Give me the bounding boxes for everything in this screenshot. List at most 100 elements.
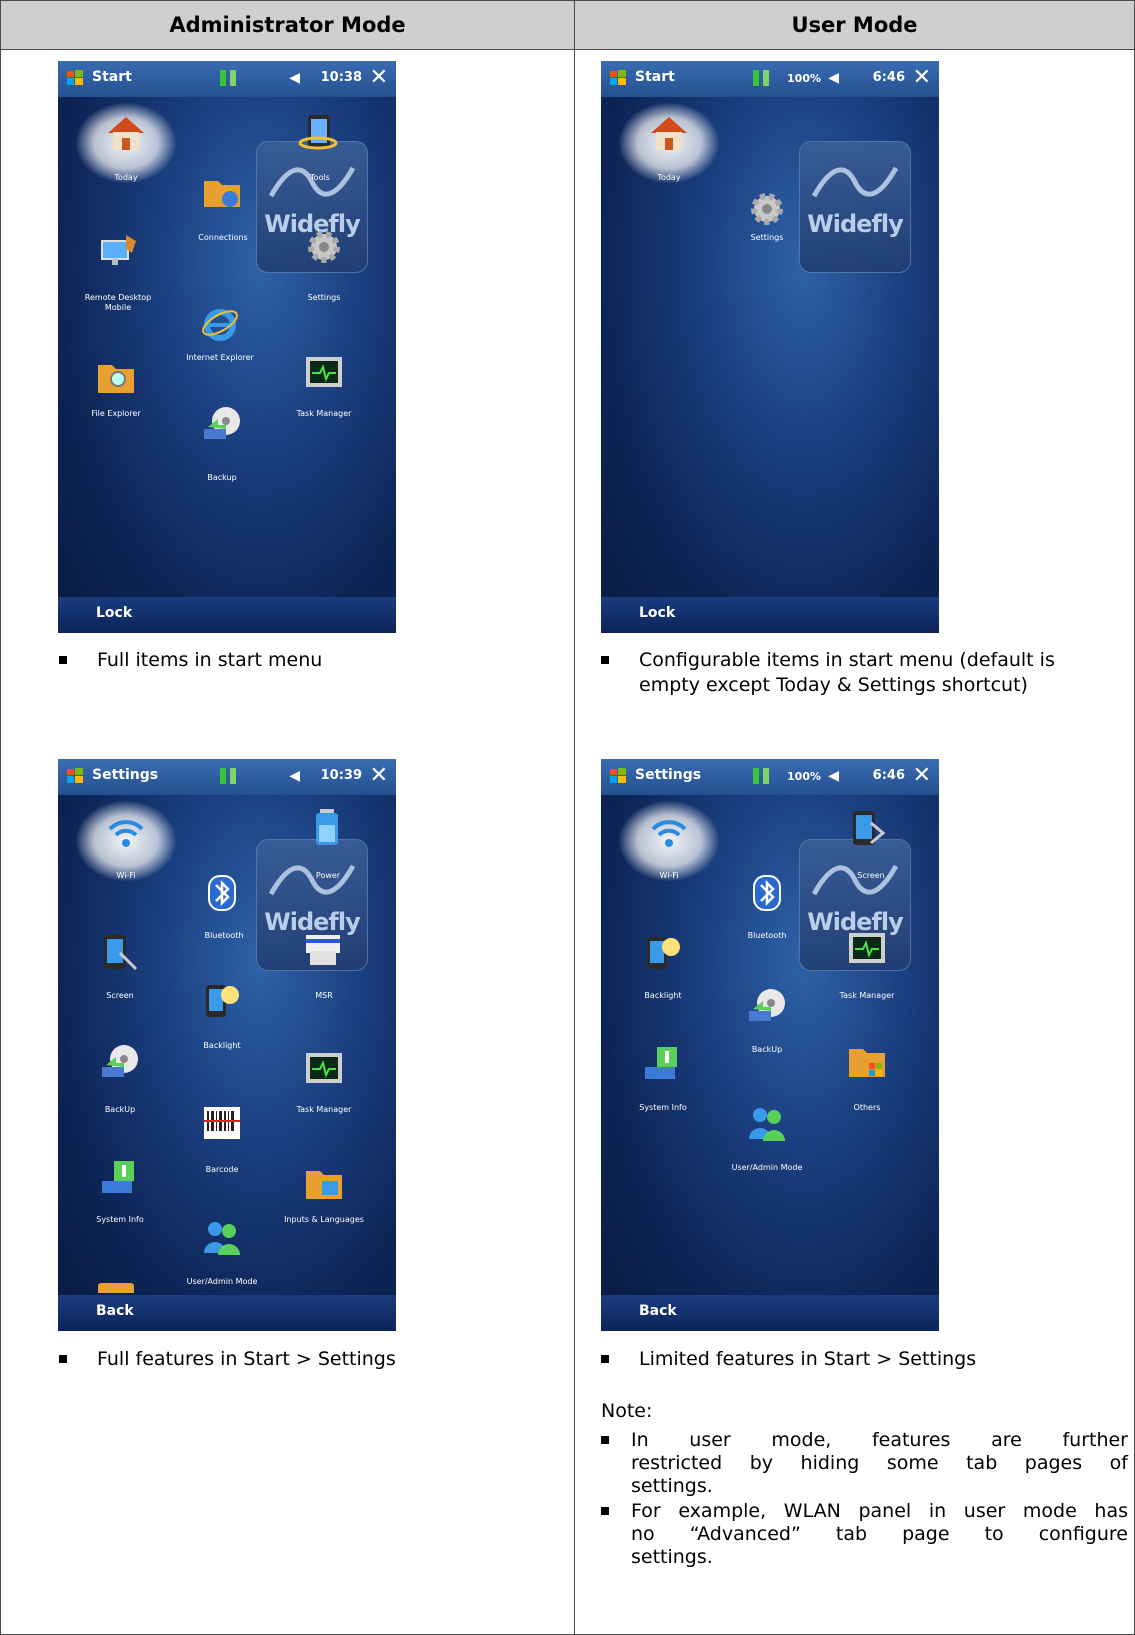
- wifi-label: Wi-Fi: [659, 871, 679, 880]
- settings-label: Settings: [750, 233, 784, 242]
- soft-key-bar: Back: [601, 1295, 939, 1331]
- user-admin-mode-label: User/Admin Mode: [731, 1163, 803, 1172]
- soft-key-bar: Back: [58, 1295, 396, 1331]
- windows-logo-icon: [67, 768, 83, 783]
- bluetooth-icon[interactable]: [747, 873, 787, 913]
- internet-explorer-icon[interactable]: [200, 303, 240, 343]
- title-bar: Settings ◀ 10:39 ✕: [58, 759, 396, 795]
- battery-icon: [230, 768, 236, 784]
- volume-icon: ◀: [828, 70, 839, 86]
- wifi-label: Wi-Fi: [116, 871, 136, 880]
- bullet-marker: [59, 1355, 67, 1363]
- wifi-icon[interactable]: [106, 813, 146, 853]
- system-info-label: System Info: [96, 1215, 144, 1224]
- backup-label: Backup: [207, 473, 237, 482]
- signal-icon: [753, 70, 759, 86]
- settings-icon[interactable]: [747, 189, 787, 229]
- bluetooth-label: Bluetooth: [204, 931, 244, 940]
- caption-user-settings: Limited features in Start > Settings: [601, 1347, 1121, 1372]
- close-icon[interactable]: ✕: [370, 65, 388, 90]
- others-label: Others: [853, 1103, 881, 1112]
- bullet-marker: [601, 1355, 609, 1363]
- user-settings-screenshot: Settings 100% ◀ 6:46 ✕ Wi-Fi Widefly Scr…: [601, 759, 939, 1331]
- screen-title: Start: [92, 69, 132, 85]
- screen-title: Settings: [92, 767, 159, 783]
- system-info-icon[interactable]: [643, 1043, 683, 1083]
- user-admin-mode-label: User/Admin Mode: [186, 1277, 258, 1286]
- msr-label: MSR: [315, 991, 333, 1000]
- inputs-languages-icon[interactable]: [304, 1163, 344, 1203]
- screen-icon[interactable]: [849, 809, 889, 849]
- backlight-label: Backlight: [644, 991, 682, 1000]
- battery-percent: 100%: [787, 72, 821, 85]
- volume-icon: ◀: [289, 768, 300, 784]
- bluetooth-icon[interactable]: [202, 873, 242, 913]
- screen-icon[interactable]: [100, 933, 140, 973]
- backlight-icon[interactable]: [643, 933, 683, 973]
- tools-icon[interactable]: [298, 113, 338, 153]
- connections-icon[interactable]: [202, 171, 242, 211]
- inputs-languages-label: Inputs & Languages: [284, 1215, 364, 1224]
- connections-label: Connections: [198, 233, 248, 242]
- close-icon[interactable]: ✕: [370, 763, 388, 788]
- task-manager-icon[interactable]: [304, 1049, 344, 1089]
- today-icon[interactable]: [649, 113, 689, 153]
- signal-icon: [753, 768, 759, 784]
- lock-softkey[interactable]: Lock: [96, 605, 132, 621]
- backup-icon[interactable]: [747, 985, 787, 1025]
- close-icon[interactable]: ✕: [913, 763, 931, 788]
- signal-icon: [220, 70, 226, 86]
- today-icon[interactable]: [106, 113, 146, 153]
- barcode-icon[interactable]: [202, 1103, 242, 1143]
- windows-logo-icon: [610, 768, 626, 783]
- settings-icon[interactable]: [304, 227, 344, 267]
- remote-desktop-icon[interactable]: [100, 231, 140, 271]
- internet-explorer-label: Internet Explorer: [186, 353, 254, 362]
- user-admin-mode-icon[interactable]: [202, 1217, 242, 1257]
- clock: 10:38: [320, 70, 362, 85]
- volume-icon: ◀: [828, 768, 839, 784]
- bullet-marker: [601, 1436, 609, 1444]
- volume-icon: ◀: [289, 70, 300, 86]
- wifi-icon[interactable]: [649, 813, 689, 853]
- remote-desktop-label: Remote Desktop Mobile: [84, 293, 152, 312]
- tools-label: Tools: [310, 173, 330, 182]
- screen-label: Screen: [857, 871, 885, 880]
- power-icon[interactable]: [308, 807, 348, 847]
- column-divider: [574, 1, 575, 1634]
- backup-icon[interactable]: [202, 403, 242, 443]
- bullet-marker: [601, 1507, 609, 1515]
- backup-icon[interactable]: [100, 1041, 140, 1081]
- header-admin-mode: Administrator Mode: [1, 1, 574, 50]
- file-explorer-icon[interactable]: [96, 357, 136, 397]
- back-softkey[interactable]: Back: [639, 1303, 677, 1319]
- caption-admin-start: Full items in start menu: [59, 648, 549, 673]
- task-manager-icon[interactable]: [847, 929, 887, 969]
- note-bullet-2: For example, WLAN panel in user mode has…: [601, 1500, 1128, 1569]
- caption-user-start: Configurable items in start menu (defaul…: [601, 648, 1121, 698]
- battery-icon: [763, 70, 769, 86]
- widefly-logo: Widefly: [799, 141, 911, 273]
- system-info-icon[interactable]: [100, 1157, 140, 1197]
- signal-icon: [220, 768, 226, 784]
- others-icon[interactable]: [847, 1041, 887, 1081]
- backlight-label: Backlight: [203, 1041, 241, 1050]
- task-manager-icon[interactable]: [304, 353, 344, 393]
- backlight-icon[interactable]: [202, 981, 242, 1021]
- task-manager-label: Task Manager: [296, 409, 352, 418]
- caption-admin-settings: Full features in Start > Settings: [59, 1347, 549, 1372]
- user-admin-mode-icon[interactable]: [747, 1103, 787, 1143]
- header-user-mode: User Mode: [575, 1, 1134, 50]
- title-bar: Start ◀ 10:38 ✕: [58, 61, 396, 97]
- soft-key-bar: Lock: [58, 597, 396, 633]
- windows-logo-icon: [67, 70, 83, 85]
- lock-softkey[interactable]: Lock: [639, 605, 675, 621]
- battery-icon: [230, 70, 236, 86]
- admin-start-screenshot: Start ◀ 10:38 ✕ Today Widefly Tools Conn…: [58, 61, 396, 633]
- msr-icon[interactable]: [304, 929, 344, 969]
- bluetooth-label: Bluetooth: [747, 931, 787, 940]
- admin-settings-screenshot: Settings ◀ 10:39 ✕ Wi-Fi Widefly Power B…: [58, 759, 396, 1331]
- back-softkey[interactable]: Back: [96, 1303, 134, 1319]
- close-icon[interactable]: ✕: [913, 65, 931, 90]
- screen-label: Screen: [106, 991, 134, 1000]
